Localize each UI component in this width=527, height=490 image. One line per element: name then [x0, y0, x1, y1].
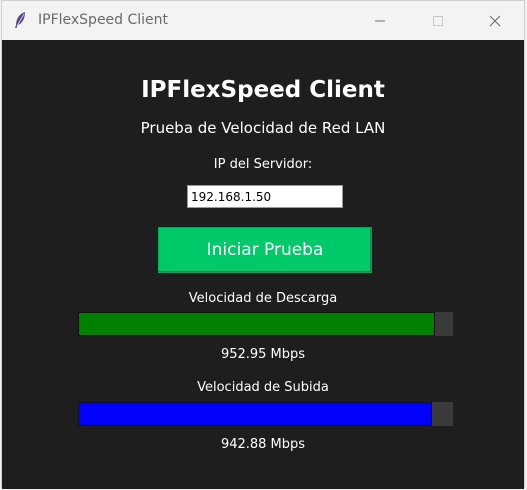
app-subtitle: Prueba de Velocidad de Red LAN [140, 119, 386, 137]
download-speed-value: 952.95 Mbps [220, 347, 306, 362]
maximize-button[interactable] [415, 1, 461, 40]
download-progress-fill [78, 312, 436, 336]
minimize-icon [375, 20, 385, 21]
window-title: IPFlexSpeed Client [38, 12, 169, 28]
maximize-icon [433, 15, 443, 26]
main-content: IPFlexSpeed Client Prueba de Velocidad d… [2, 40, 524, 489]
server-ip-label: IP del Servidor: [213, 157, 313, 172]
app-heading: IPFlexSpeed Client [141, 77, 385, 103]
close-icon [489, 15, 501, 26]
server-ip-input[interactable] [187, 185, 343, 208]
upload-speed-value: 942.88 Mbps [220, 437, 306, 452]
download-progress-bar [78, 312, 453, 336]
upload-progress-fill [78, 402, 432, 426]
start-test-button[interactable]: Iniciar Prueba [158, 227, 372, 273]
download-label: Velocidad de Descarga [188, 291, 338, 306]
app-window: IPFlexSpeed Client IPFlexSpeed Client Pr… [1, 0, 525, 489]
minimize-button[interactable] [357, 1, 403, 40]
feather-icon [13, 11, 27, 29]
close-button[interactable] [472, 1, 518, 40]
upload-label: Velocidad de Subida [197, 380, 329, 395]
title-bar[interactable]: IPFlexSpeed Client [2, 1, 524, 40]
upload-progress-bar [78, 402, 453, 426]
